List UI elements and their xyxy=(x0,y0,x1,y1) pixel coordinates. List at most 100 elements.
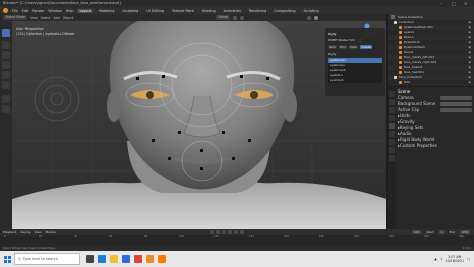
property-field[interactable] xyxy=(440,96,472,100)
timeline-menu-playback[interactable]: Playback xyxy=(3,230,16,234)
properties-content: Scene Camera Background Scene Active Clip ▸… xyxy=(398,89,472,149)
menu-add[interactable]: Add xyxy=(54,16,60,20)
snap-icon[interactable] xyxy=(233,15,238,20)
tab-sculpting[interactable]: Sculpting xyxy=(120,9,140,13)
jump-end-icon[interactable] xyxy=(239,230,244,234)
search-placeholder: Type here to search xyxy=(22,257,58,261)
start-frame-field[interactable]: 1 xyxy=(438,230,445,234)
menu-file[interactable]: File xyxy=(12,9,18,13)
jump-start-icon[interactable] xyxy=(209,230,214,234)
ruler-tick: 200 xyxy=(354,235,359,238)
transform-orientation-dropdown[interactable]: Global xyxy=(216,15,231,20)
property-field[interactable] xyxy=(440,108,472,112)
property-field[interactable] xyxy=(440,102,472,106)
timeline-menu-view[interactable]: View xyxy=(34,230,41,234)
end-frame-field[interactable]: 250 xyxy=(460,230,470,234)
annotate-tool[interactable] xyxy=(2,95,10,103)
next-keyframe-icon[interactable] xyxy=(233,230,238,234)
store-icon[interactable] xyxy=(122,255,130,263)
properties-tabs xyxy=(388,87,396,229)
timeline-menu-marker[interactable]: Marker xyxy=(46,230,56,234)
start-button[interactable] xyxy=(0,251,14,267)
outliner-display-mode-icon[interactable] xyxy=(391,15,395,19)
outliner-row[interactable]: Hair ◉ xyxy=(388,80,474,85)
menu-render[interactable]: Render xyxy=(32,9,44,13)
tool-properties-icon[interactable] xyxy=(389,91,395,97)
prev-keyframe-icon[interactable] xyxy=(215,230,220,234)
material-properties-icon[interactable] xyxy=(389,155,395,161)
output-properties-icon[interactable] xyxy=(389,107,395,113)
play-reverse-icon[interactable] xyxy=(221,230,226,234)
task-view-icon[interactable] xyxy=(86,255,94,263)
notification-icon[interactable]: □ xyxy=(467,257,470,261)
measure-tool[interactable] xyxy=(2,105,10,113)
object-properties-icon[interactable] xyxy=(389,139,395,145)
select-box-tool[interactable] xyxy=(2,29,10,37)
firefox-icon[interactable] xyxy=(158,255,166,263)
menu-window[interactable]: Window xyxy=(48,9,61,13)
scale-tool[interactable] xyxy=(2,71,10,79)
tab-shading[interactable]: Shading xyxy=(200,9,218,13)
proportional-edit-icon[interactable] xyxy=(240,15,245,20)
cursor-tool[interactable] xyxy=(2,41,10,49)
tab-layout[interactable]: Layout xyxy=(77,8,93,13)
npanel-tab-view[interactable]: View xyxy=(348,45,358,49)
ruler-tick: 80 xyxy=(144,235,148,238)
close-button[interactable]: ✕ xyxy=(464,0,467,7)
windows-logo-icon xyxy=(3,255,11,263)
view-layer-properties-icon[interactable] xyxy=(389,115,395,121)
maximize-button[interactable]: □ xyxy=(452,0,456,7)
current-frame-field[interactable]: 124 xyxy=(411,230,422,234)
tab-animation[interactable]: Animation xyxy=(222,9,243,13)
list-item[interactable]: eyelids.R xyxy=(328,78,382,83)
file-explorer-icon[interactable] xyxy=(110,255,118,263)
edge-icon[interactable] xyxy=(98,255,106,263)
object-type-icon xyxy=(399,61,402,64)
rotate-tool[interactable] xyxy=(2,61,10,69)
blender-logo-icon[interactable] xyxy=(3,8,8,13)
scene-properties-icon[interactable] xyxy=(389,123,395,129)
ruler-tick: 0 xyxy=(4,235,6,238)
tab-texture-paint[interactable]: Texture Paint xyxy=(170,9,196,13)
viewport-overlay-text: User Perspective (124) Collection | eyeb… xyxy=(16,27,74,37)
network-icon[interactable]: ▲ xyxy=(434,257,436,261)
tab-modeling[interactable]: Modeling xyxy=(97,9,116,13)
modifier-properties-icon[interactable] xyxy=(389,147,395,153)
menu-view[interactable]: View xyxy=(30,16,38,20)
clock-date: 10/16/2021 xyxy=(445,259,464,263)
blender-icon[interactable] xyxy=(146,255,154,263)
tab-rendering[interactable]: Rendering xyxy=(247,9,268,13)
clock[interactable]: 2:07 AM 10/16/2021 xyxy=(446,255,464,263)
chrome-icon[interactable] xyxy=(134,255,142,263)
transform-tool[interactable] xyxy=(2,81,10,89)
render-properties-icon[interactable] xyxy=(389,99,395,105)
taskbar-search-box[interactable]: ⚲ Type here to search xyxy=(14,253,80,265)
move-tool[interactable] xyxy=(2,51,10,59)
overlay-icon[interactable] xyxy=(307,15,312,20)
timeline-ruler[interactable]: 0 20 40 60 80 100 120 140 160 180 200 220 240 250 xyxy=(0,235,474,240)
tab-compositing[interactable]: Compositing xyxy=(272,9,297,13)
timeline-menu-keying[interactable]: Keying xyxy=(20,230,30,234)
npanel-tab-tool[interactable]: Tool xyxy=(338,45,347,49)
visibility-eye-icon[interactable]: ◉ xyxy=(468,80,471,85)
search-icon: ⚲ xyxy=(18,257,21,261)
mode-dropdown[interactable]: Object Mode xyxy=(3,15,28,20)
npanel-tab-create[interactable]: Create xyxy=(359,45,372,49)
shading-solid-icon[interactable] xyxy=(314,15,319,20)
object-type-icon xyxy=(399,51,402,54)
play-icon[interactable] xyxy=(227,230,232,234)
npanel-tab-item[interactable]: Item xyxy=(328,45,337,49)
menu-edit[interactable]: Edit xyxy=(22,9,29,13)
world-properties-icon[interactable] xyxy=(389,131,395,137)
tab-uv-editing[interactable]: UV Editing xyxy=(144,9,166,13)
minimize-button[interactable]: – xyxy=(440,0,442,7)
tab-scripting[interactable]: Scripting xyxy=(302,9,321,13)
menu-select[interactable]: Select xyxy=(41,16,51,20)
ruler-tick: 220 xyxy=(389,235,394,238)
viewport-header: Object Mode View Select Add Object Globa… xyxy=(0,14,386,21)
menu-help[interactable]: Help xyxy=(66,9,74,13)
volume-icon[interactable]: ♫ xyxy=(440,257,443,261)
ruler-tick: 120 xyxy=(214,235,219,238)
property-row[interactable]: ▸ Custom Properties xyxy=(398,143,472,149)
menu-object[interactable]: Object xyxy=(63,16,73,20)
